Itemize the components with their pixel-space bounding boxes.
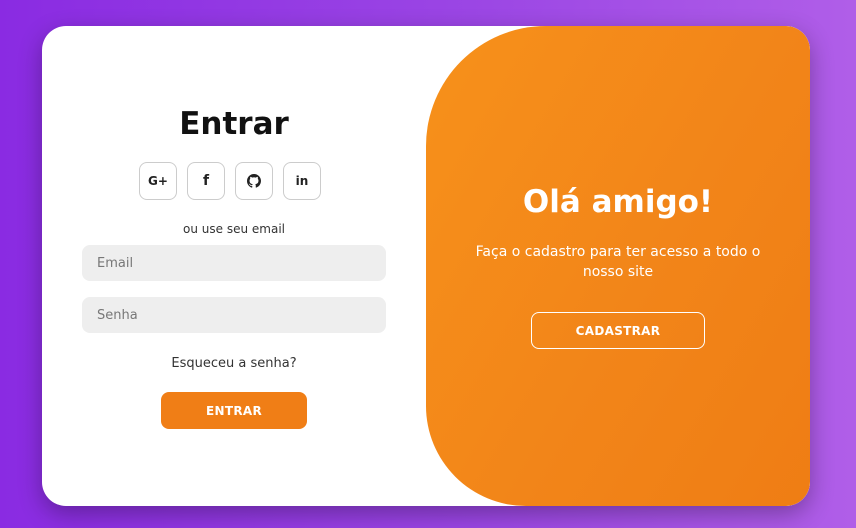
login-title: Entrar bbox=[179, 106, 289, 142]
signup-description: Faça o cadastro para ter acesso a todo o… bbox=[475, 244, 761, 280]
signup-button[interactable]: CADASTRAR bbox=[531, 312, 705, 349]
google-plus-icon: G+ bbox=[148, 174, 168, 188]
login-panel: Entrar G+ f in ou use seu email Esq bbox=[42, 26, 426, 506]
email-divider-text: ou use seu email bbox=[183, 222, 285, 236]
email-field[interactable] bbox=[82, 245, 386, 281]
facebook-icon: f bbox=[202, 173, 210, 189]
password-field[interactable] bbox=[82, 297, 386, 333]
linkedin-button[interactable]: in bbox=[283, 162, 321, 200]
linkedin-icon: in bbox=[295, 174, 309, 188]
github-button[interactable] bbox=[235, 162, 273, 200]
signup-panel: Olá amigo! Faça o cadastro para ter aces… bbox=[426, 26, 810, 506]
auth-card: Entrar G+ f in ou use seu email Esq bbox=[42, 26, 810, 506]
social-login-buttons: G+ f in bbox=[139, 162, 321, 200]
google-plus-button[interactable]: G+ bbox=[139, 162, 177, 200]
github-icon bbox=[247, 174, 261, 188]
signup-title: Olá amigo! bbox=[522, 184, 714, 220]
forgot-password-link[interactable]: Esqueceu a senha? bbox=[42, 356, 426, 371]
facebook-button[interactable]: f bbox=[187, 162, 225, 200]
login-button[interactable]: ENTRAR bbox=[161, 392, 307, 429]
